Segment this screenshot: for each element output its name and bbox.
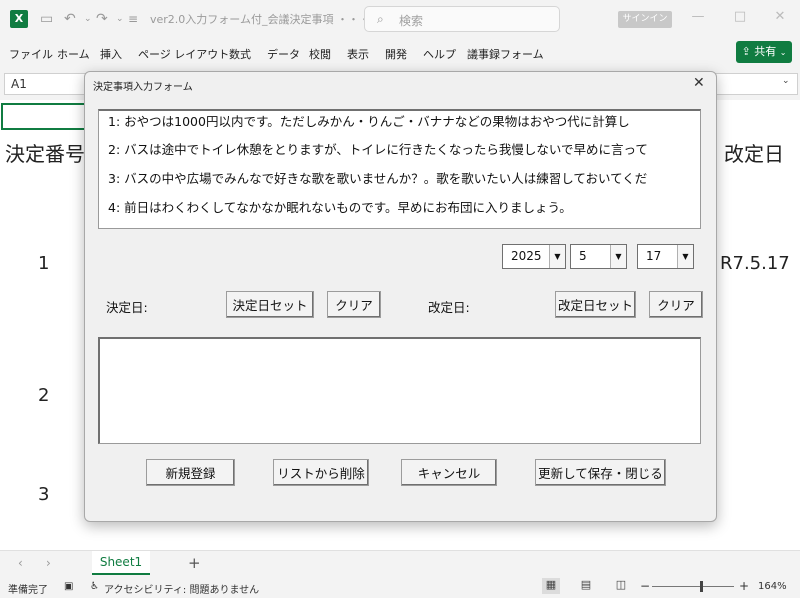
- selected-cell[interactable]: [1, 103, 87, 130]
- search-icon: ⌕: [377, 12, 384, 26]
- excel-logo-icon: X: [10, 10, 28, 28]
- revision-date-label: 改定日:: [428, 300, 470, 315]
- minimize-icon[interactable]: —: [688, 9, 708, 24]
- name-box[interactable]: A1: [4, 73, 90, 95]
- tab-home[interactable]: ホーム: [57, 46, 90, 62]
- zoom-out-icon[interactable]: −: [640, 579, 650, 593]
- row-number-1[interactable]: 1: [38, 253, 49, 274]
- chevron-down-icon[interactable]: ▼: [610, 245, 626, 268]
- macro-record-icon[interactable]: ▣: [64, 581, 73, 592]
- accessibility-status[interactable]: アクセシビリティ: 問題ありません: [104, 581, 259, 596]
- signin-button[interactable]: サインイン: [618, 11, 672, 28]
- chevron-down-icon: ⌄: [779, 48, 787, 57]
- new-register-button[interactable]: 新規登録: [146, 459, 235, 486]
- chevron-down-icon[interactable]: ▼: [677, 245, 693, 268]
- sheet-tab-bar: ‹ › Sheet1 +: [0, 550, 800, 576]
- scroll-left-icon[interactable]: ‹: [18, 556, 23, 570]
- revision-date-value[interactable]: R7.5.17: [720, 253, 790, 274]
- list-item[interactable]: 4: 前日はわくわくしてなかなか眠れないものです。早めにお布団に入りましょう。: [108, 197, 572, 216]
- row-number-3[interactable]: 3: [38, 484, 49, 505]
- year-value: 2025: [511, 249, 542, 263]
- decision-listbox[interactable]: 1: おやつは1000円以内です。ただしみかん・りんご・バナナなどの果物はおやつ…: [98, 109, 701, 229]
- dialog-close-icon[interactable]: ✕: [693, 75, 705, 91]
- more-icon[interactable]: ≡: [128, 9, 138, 29]
- decision-date-label: 決定日:: [106, 300, 148, 315]
- share-icon: ⇪: [741, 45, 751, 58]
- share-button[interactable]: ⇪ 共有 ⌄: [736, 41, 792, 63]
- accessibility-icon: ♿: [90, 581, 99, 592]
- page-layout-view-icon[interactable]: ▤: [577, 578, 595, 594]
- chevron-down-icon[interactable]: ▼: [549, 245, 565, 268]
- update-save-close-button[interactable]: 更新して保存・閉じる: [535, 459, 666, 486]
- list-item[interactable]: 1: おやつは1000円以内です。ただしみかん・りんご・バナナなどの果物はおやつ…: [108, 111, 630, 130]
- month-value: 5: [579, 249, 587, 263]
- decision-input-form: 決定事項入力フォーム ✕ 1: おやつは1000円以内です。ただしみかん・りんご…: [84, 71, 717, 522]
- undo-dropdown-icon[interactable]: ⌄: [84, 9, 92, 29]
- zoom-slider[interactable]: [652, 586, 734, 587]
- search-placeholder: 検索: [399, 14, 424, 28]
- page-break-view-icon[interactable]: ◫: [612, 578, 630, 594]
- add-sheet-icon[interactable]: +: [188, 554, 201, 572]
- zoom-level[interactable]: 164%: [758, 581, 787, 592]
- day-combobox[interactable]: 17 ▼: [637, 244, 694, 269]
- dialog-title: 決定事項入力フォーム: [93, 82, 193, 93]
- status-bar: 準備完了 ▣ ♿ アクセシビリティ: 問題ありません ▦ ▤ ◫ − + 164…: [0, 576, 800, 598]
- list-item[interactable]: 2: バスは途中でトイレ休憩をとりますが、トイレに行きたくなったら我慢しないで早…: [108, 139, 648, 158]
- cancel-button[interactable]: キャンセル: [401, 459, 497, 486]
- undo-icon[interactable]: ↶: [64, 9, 76, 29]
- normal-view-icon[interactable]: ▦: [542, 578, 560, 594]
- tab-review[interactable]: 校閲: [309, 46, 331, 62]
- sheet-tab[interactable]: Sheet1: [92, 551, 150, 575]
- zoom-in-icon[interactable]: +: [739, 579, 749, 593]
- clear-decision-date-button[interactable]: クリア: [327, 291, 381, 318]
- row-number-2[interactable]: 2: [38, 385, 49, 406]
- header-revision-date[interactable]: 改定日: [724, 138, 784, 167]
- zoom-slider-thumb[interactable]: [700, 581, 703, 592]
- year-combobox[interactable]: 2025 ▼: [502, 244, 566, 269]
- set-decision-date-button[interactable]: 決定日セット: [226, 291, 314, 318]
- scroll-right-icon[interactable]: ›: [46, 556, 51, 570]
- header-decision-number[interactable]: 決定番号: [5, 138, 85, 167]
- title-bar: X ▭ ↶ ⌄ ↷ ⌄ ≡ ver2.0入力フォーム付_会議決定事項 ・・・ ⌕…: [0, 0, 800, 38]
- day-value: 17: [646, 249, 662, 263]
- document-title: ver2.0入力フォーム付_会議決定事項 ・・・: [150, 13, 370, 26]
- status-ready: 準備完了: [8, 585, 48, 596]
- set-revision-date-button[interactable]: 改定日セット: [555, 291, 636, 318]
- list-item[interactable]: 3: バスの中や広場でみんなで好きな歌を歌いませんか？。歌を歌いたい人は練習して…: [108, 168, 647, 187]
- tab-insert[interactable]: 挿入: [100, 46, 122, 62]
- tab-developer[interactable]: 開発: [385, 46, 407, 62]
- customize-quick-access-icon[interactable]: ⌄: [116, 9, 124, 29]
- close-window-icon[interactable]: ✕: [770, 9, 790, 24]
- search-box[interactable]: ⌕ 検索: [364, 6, 560, 32]
- maximize-icon[interactable]: □: [730, 9, 750, 24]
- tab-file[interactable]: ファイル: [9, 46, 53, 62]
- tab-formulas[interactable]: 数式: [229, 46, 251, 62]
- share-label: 共有: [754, 45, 777, 58]
- tab-view[interactable]: 表示: [347, 46, 369, 62]
- tab-help[interactable]: ヘルプ: [423, 46, 456, 62]
- delete-from-list-button[interactable]: リストから削除: [273, 459, 369, 486]
- redo-icon[interactable]: ↷: [96, 9, 108, 29]
- ribbon-tabs: ファイル ホーム 挿入 ページ レイアウト 数式 データ 校閲 表示 開発 ヘル…: [0, 38, 800, 68]
- expand-formula-icon[interactable]: ⌄: [782, 76, 790, 86]
- clear-revision-date-button[interactable]: クリア: [649, 291, 703, 318]
- month-combobox[interactable]: 5 ▼: [570, 244, 627, 269]
- save-icon[interactable]: ▭: [40, 9, 53, 29]
- decision-text-input[interactable]: [98, 337, 701, 444]
- tab-minutes-form[interactable]: 議事録フォーム: [467, 46, 544, 62]
- tab-page-layout[interactable]: ページ レイアウト: [138, 46, 229, 62]
- tab-data[interactable]: データ: [267, 46, 300, 62]
